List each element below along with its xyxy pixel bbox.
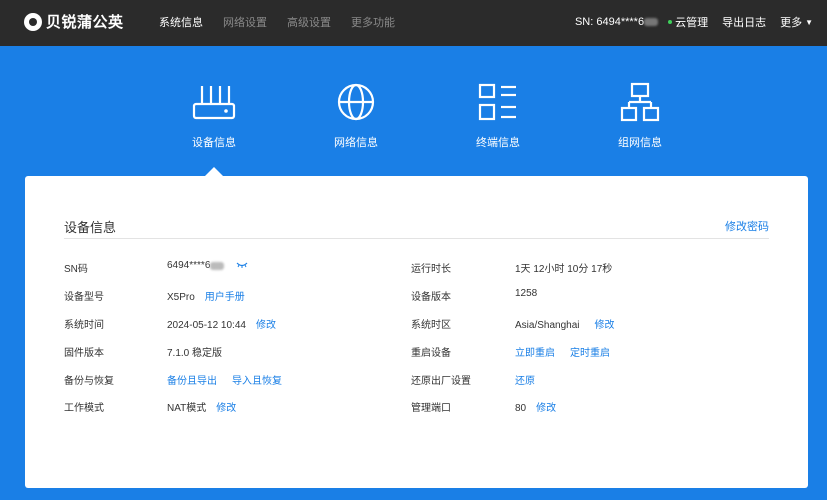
work-mode-text: NAT模式 xyxy=(167,403,207,414)
router-icon xyxy=(192,86,236,120)
eye-closed-icon[interactable] xyxy=(236,260,248,271)
model-value-text: X5Pro xyxy=(167,292,195,303)
timezone-value: Asia/Shanghai 修改 xyxy=(515,316,615,331)
sn-text: SN: 6494****6 xyxy=(574,16,645,28)
system-time-label: 系统时间 xyxy=(64,320,104,331)
tab-network-info[interactable]: 网络信息 xyxy=(311,82,401,150)
sn-value-redacted xyxy=(210,261,225,270)
mgmt-port-label: 管理端口 xyxy=(411,403,451,414)
export-log-button[interactable]: 导出日志 xyxy=(722,14,766,30)
sn-value-text: 6494****6 xyxy=(167,260,211,272)
system-time-text: 2024-05-12 10:44 xyxy=(167,320,246,331)
factory-reset-actions: 还原 xyxy=(515,372,535,387)
uptime-label: 运行时长 xyxy=(411,264,451,275)
nav-system-info[interactable]: 系统信息 xyxy=(159,14,203,30)
nav-network-settings[interactable]: 网络设置 xyxy=(223,14,267,30)
online-status-icon xyxy=(668,20,673,24)
user-manual-link[interactable]: 用户手册 xyxy=(205,292,245,303)
uptime-value: 1天 12小时 10分 17秒 xyxy=(515,264,613,275)
brand-logo[interactable]: 贝锐蒲公英 xyxy=(24,11,124,32)
tab-network-info-label: 网络信息 xyxy=(334,137,378,149)
card-title: 设备信息 xyxy=(64,220,117,235)
scheduled-reboot-link[interactable]: 定时重启 xyxy=(570,348,610,359)
backup-label: 备份与恢复 xyxy=(64,376,114,387)
tab-mesh-info-label: 组网信息 xyxy=(618,137,662,149)
restore-link[interactable]: 还原 xyxy=(515,376,535,387)
tab-mesh-info[interactable]: 组网信息 xyxy=(595,82,685,150)
edit-work-mode-link[interactable]: 修改 xyxy=(216,403,236,414)
reboot-label: 重启设备 xyxy=(411,348,451,359)
mgmt-port-text: 80 xyxy=(515,403,527,414)
cloud-manage-button[interactable]: 云管理 xyxy=(668,14,708,30)
change-password-link[interactable]: 修改密码 xyxy=(725,218,769,234)
divider xyxy=(64,238,769,239)
top-right-area: SN: 6494****6 云管理 导出日志 更多 ▼ xyxy=(575,14,813,30)
edit-timezone-link[interactable]: 修改 xyxy=(595,320,615,331)
device-info-card: 设备信息 修改密码 SN码 6494****6 设备型号 X5Pro 用户手册 系… xyxy=(25,176,808,488)
sn-value: 6494****6 xyxy=(167,260,248,271)
active-tab-pointer xyxy=(205,167,223,176)
model-label: 设备型号 xyxy=(64,292,104,303)
tab-device-info-label: 设备信息 xyxy=(192,137,236,149)
globe-icon xyxy=(337,83,375,121)
cloud-manage-label: 云管理 xyxy=(675,17,709,29)
reboot-actions: 立即重启 定时重启 xyxy=(515,344,610,359)
edit-time-link[interactable]: 修改 xyxy=(256,320,276,331)
timezone-text: Asia/Shanghai xyxy=(515,320,580,331)
sn-label: SN码 xyxy=(64,264,88,275)
firmware-label: 固件版本 xyxy=(64,348,104,359)
more-label: 更多 xyxy=(780,17,803,29)
tab-terminal-info-label: 终端信息 xyxy=(476,137,520,149)
nav-advanced-settings[interactable]: 高级设置 xyxy=(287,14,331,30)
device-version-label: 设备版本 xyxy=(411,292,451,303)
timezone-label: 系统时区 xyxy=(411,320,451,331)
tab-device-info[interactable]: 设备信息 xyxy=(169,82,259,150)
work-mode-value: NAT模式 修改 xyxy=(167,399,236,414)
more-menu-button[interactable]: 更多 ▼ xyxy=(780,14,813,30)
firmware-value: 7.1.0 稳定版 xyxy=(167,348,223,359)
nav-more-features[interactable]: 更多功能 xyxy=(351,14,395,30)
edit-port-link[interactable]: 修改 xyxy=(536,403,556,414)
work-mode-label: 工作模式 xyxy=(64,403,104,414)
caret-down-icon: ▼ xyxy=(805,17,813,27)
top-bar: 贝锐蒲公英 系统信息 网络设置 高级设置 更多功能 SN: 6494****6 … xyxy=(0,0,827,46)
sn-display: SN: 6494****6 xyxy=(574,16,659,28)
reboot-now-link[interactable]: 立即重启 xyxy=(515,348,555,359)
factory-reset-label: 还原出厂设置 xyxy=(411,376,471,387)
list-icon xyxy=(478,83,516,121)
model-value: X5Pro 用户手册 xyxy=(167,288,245,303)
device-version-value: 1258 xyxy=(515,288,538,299)
import-restore-link[interactable]: 导入且恢复 xyxy=(232,376,282,387)
system-time-value: 2024-05-12 10:44 修改 xyxy=(167,316,276,331)
sn-redacted xyxy=(644,18,659,27)
backup-export-link[interactable]: 备份且导出 xyxy=(167,376,217,387)
backup-actions: 备份且导出 导入且恢复 xyxy=(167,372,282,387)
tab-terminal-info[interactable]: 终端信息 xyxy=(453,82,543,150)
logo-icon xyxy=(24,12,42,31)
mgmt-port-value: 80 修改 xyxy=(515,399,556,414)
main-nav: 系统信息 网络设置 高级设置 更多功能 xyxy=(159,14,415,30)
network-icon xyxy=(620,82,660,122)
brand-name: 贝锐蒲公英 xyxy=(46,14,124,31)
